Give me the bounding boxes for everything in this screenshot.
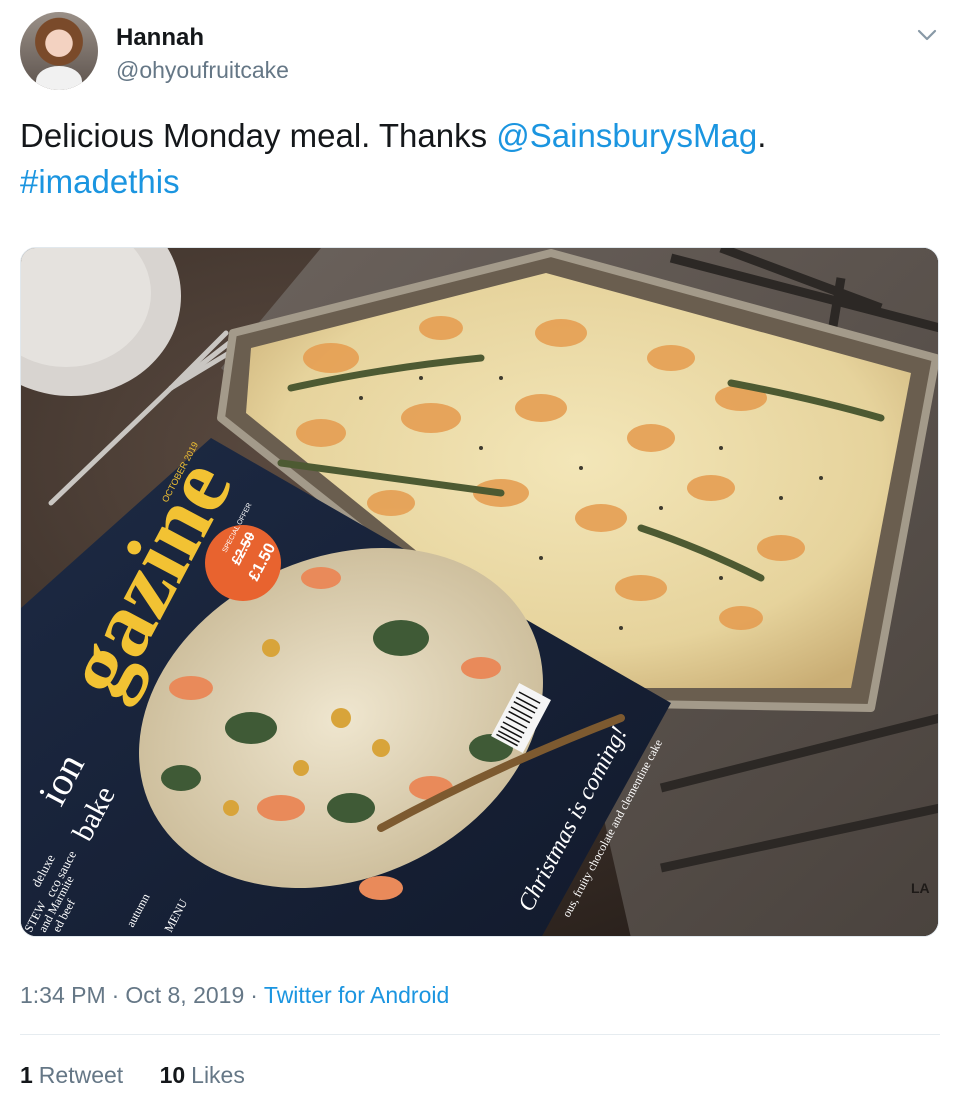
tweet-stats: 1 Retweet 10 Likes [20, 1060, 245, 1090]
tweet-metadata: 1:34 PM · Oct 8, 2019 · Twitter for Android [20, 980, 449, 1010]
author-handle[interactable]: @ohyoufruitcake [116, 56, 289, 84]
tweet: Hannah @ohyoufruitcake Delicious Monday … [0, 0, 960, 1110]
retweets-count: 1 [20, 1062, 33, 1088]
tweet-time[interactable]: 1:34 PM [20, 982, 106, 1008]
mention-link[interactable]: @SainsburysMag [496, 117, 757, 154]
tweet-text-body: Delicious Monday meal. Thanks [20, 117, 497, 154]
likes-label: Likes [191, 1062, 245, 1088]
separator-dot: · [111, 982, 120, 1008]
oven-brand-mark: LA [911, 880, 930, 896]
tweet-date[interactable]: Oct 8, 2019 [125, 982, 244, 1008]
author-name[interactable]: Hannah [116, 24, 204, 52]
likes-stat[interactable]: 10 Likes [160, 1060, 245, 1090]
tweet-photo[interactable]: LA gazine OCTOBER 2019 SPECIAL OFFER £2.… [20, 247, 939, 937]
retweets-label: Retweet [38, 1062, 124, 1088]
tweet-text: Delicious Monday meal. Thanks @Sainsbury… [20, 113, 940, 205]
chevron-down-icon[interactable] [914, 22, 940, 48]
tweet-text-period: . [757, 117, 767, 154]
avatar[interactable] [20, 12, 98, 90]
hashtag-link[interactable]: #imadethis [20, 163, 180, 200]
retweets-stat[interactable]: 1 Retweet [20, 1060, 123, 1090]
likes-count: 10 [159, 1062, 186, 1088]
tweet-source-link[interactable]: Twitter for Android [264, 982, 449, 1008]
divider [20, 1034, 940, 1035]
photo-illustration: LA gazine OCTOBER 2019 SPECIAL OFFER £2.… [21, 248, 938, 936]
separator-dot: · [250, 982, 258, 1008]
